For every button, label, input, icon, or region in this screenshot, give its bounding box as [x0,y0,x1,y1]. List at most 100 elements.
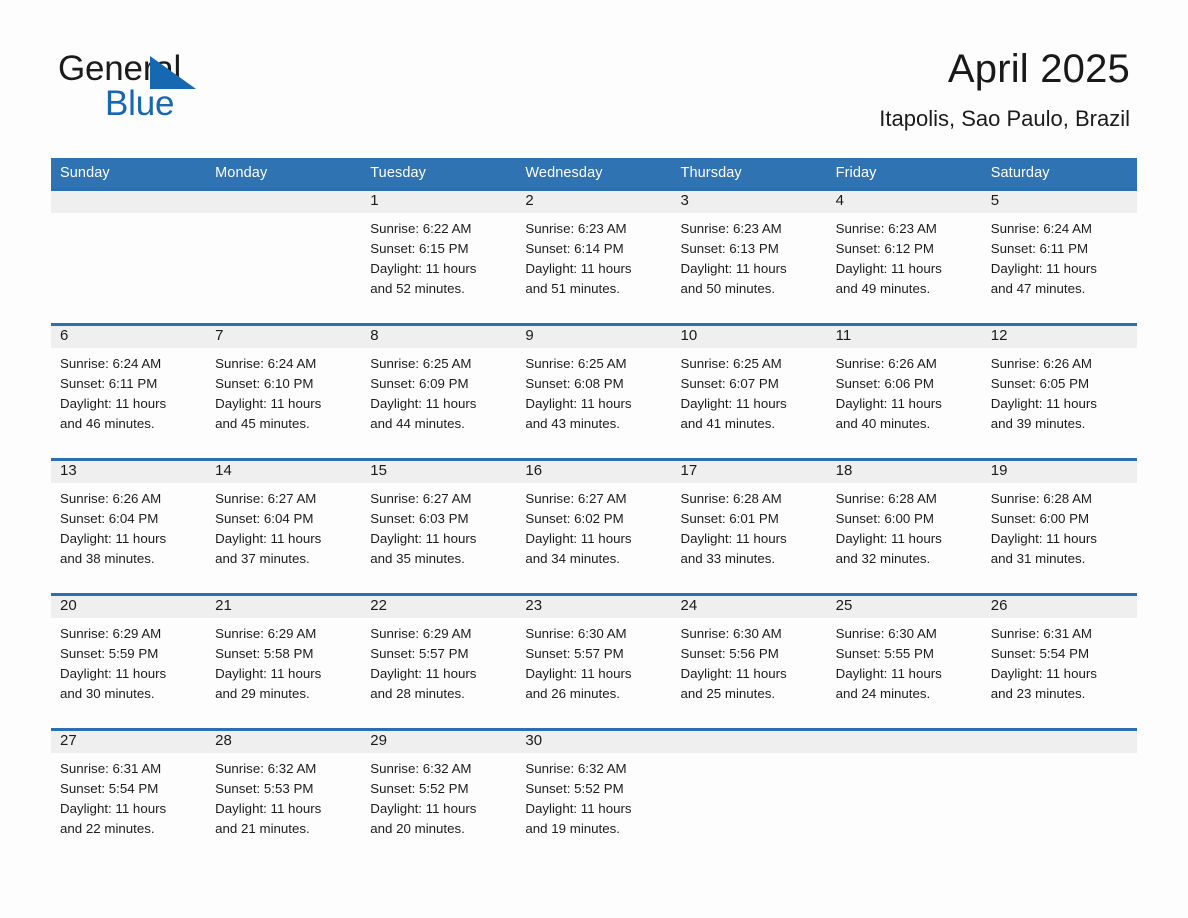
day-cell[interactable]: 9 Sunrise: 6:25 AM Sunset: 6:08 PM Dayli… [516,326,672,458]
day-cell[interactable]: 12 Sunrise: 6:26 AM Sunset: 6:05 PM Dayl… [981,326,1137,458]
sunrise-text: Sunrise: 6:31 AM [990,626,1093,641]
daylight-text-line2: and 30 minutes. [60,686,155,701]
sunrise-text: Sunrise: 6:25 AM [525,356,627,371]
day-number: 11 [835,327,852,344]
daylight-text-line2: and 25 minutes. [680,686,776,701]
day-cell[interactable]: 20 Sunrise: 6:29 AM Sunset: 5:59 PM Dayl… [51,596,207,728]
day-cell-empty [981,731,1137,860]
day-cell[interactable]: 22 Sunrise: 6:29 AM Sunset: 5:57 PM Dayl… [361,596,517,728]
day-cell[interactable]: 15 Sunrise: 6:27 AM Sunset: 6:03 PM Dayl… [361,461,517,593]
daylight-text-line1: Daylight: 11 hours [990,261,1097,276]
day-cell[interactable]: 5 Sunrise: 6:24 AM Sunset: 6:11 PM Dayli… [981,191,1137,323]
title-block: April 2025 Itapolis, Sao Paulo, Brazil [879,44,1130,132]
day-cell[interactable]: 18 Sunrise: 6:28 AM Sunset: 6:00 PM Dayl… [826,461,982,593]
page-title: April 2025 [947,47,1130,91]
day-cell[interactable]: 24 Sunrise: 6:30 AM Sunset: 5:56 PM Dayl… [671,596,827,728]
daylight-text-line2: and 38 minutes. [60,551,155,566]
day-cell[interactable]: 29 Sunrise: 6:32 AM Sunset: 5:52 PM Dayl… [361,731,517,860]
day-cell[interactable]: 8 Sunrise: 6:25 AM Sunset: 6:09 PM Dayli… [361,326,517,458]
day-of-week-tuesday: Tuesday [370,164,427,181]
day-of-week-header-row: Sunday Monday Tuesday Wednesday Thursday… [51,158,1137,188]
day-number: 17 [680,462,698,479]
sunrise-text: Sunrise: 6:23 AM [525,221,627,236]
day-cell[interactable]: 7 Sunrise: 6:24 AM Sunset: 6:10 PM Dayli… [206,326,362,458]
day-number: 6 [60,327,69,344]
day-number-strip: 21 [206,596,362,618]
day-cell[interactable]: 6 Sunrise: 6:24 AM Sunset: 6:11 PM Dayli… [51,326,207,458]
week-row: 13 Sunrise: 6:26 AM Sunset: 6:04 PM Dayl… [51,458,1137,593]
day-number-strip: 22 [361,596,517,618]
day-number: 7 [215,327,224,344]
day-cell[interactable]: 19 Sunrise: 6:28 AM Sunset: 6:00 PM Dayl… [981,461,1137,593]
day-number-strip: 23 [516,596,672,618]
day-cell[interactable]: 16 Sunrise: 6:27 AM Sunset: 6:02 PM Dayl… [516,461,672,593]
sunrise-text: Sunrise: 6:28 AM [990,491,1093,506]
day-number-strip: 6 [51,326,207,348]
day-cell[interactable]: 28 Sunrise: 6:32 AM Sunset: 5:53 PM Dayl… [206,731,362,860]
day-number: 23 [525,597,543,614]
sunrise-text: Sunrise: 6:27 AM [525,491,627,506]
daylight-text-line1: Daylight: 11 hours [835,531,942,546]
day-cell[interactable]: 3 Sunrise: 6:23 AM Sunset: 6:13 PM Dayli… [671,191,827,323]
day-details: Sunrise: 6:30 AM Sunset: 5:55 PM Dayligh… [827,618,982,704]
day-number: 3 [680,192,689,209]
day-cell[interactable]: 26 Sunrise: 6:31 AM Sunset: 5:54 PM Dayl… [981,596,1137,728]
daylight-text-line2: and 44 minutes. [370,416,465,431]
day-cell[interactable]: 1 Sunrise: 6:22 AM Sunset: 6:15 PM Dayli… [361,191,517,323]
day-cell[interactable]: 21 Sunrise: 6:29 AM Sunset: 5:58 PM Dayl… [206,596,362,728]
daylight-text-line1: Daylight: 11 hours [370,666,477,681]
day-number-strip: 25 [826,596,982,618]
sunrise-text: Sunrise: 6:30 AM [835,626,937,641]
day-number-strip: 3 [671,191,827,213]
sunrise-text: Sunrise: 6:26 AM [990,356,1093,371]
day-cell[interactable]: 14 Sunrise: 6:27 AM Sunset: 6:04 PM Dayl… [206,461,362,593]
daylight-text-line2: and 37 minutes. [215,551,310,566]
day-details: Sunrise: 6:26 AM Sunset: 6:06 PM Dayligh… [827,348,982,434]
sunset-text: Sunset: 5:52 PM [525,781,624,796]
day-details: Sunrise: 6:28 AM Sunset: 6:00 PM Dayligh… [827,483,982,569]
day-cell[interactable]: 11 Sunrise: 6:26 AM Sunset: 6:06 PM Dayl… [826,326,982,458]
sunset-text: Sunset: 6:11 PM [990,241,1089,256]
daylight-text-line1: Daylight: 11 hours [525,801,632,816]
day-cell[interactable]: 13 Sunrise: 6:26 AM Sunset: 6:04 PM Dayl… [51,461,207,593]
day-details: Sunrise: 6:27 AM Sunset: 6:03 PM Dayligh… [361,483,516,569]
sunset-text: Sunset: 6:12 PM [835,241,934,256]
day-number: 20 [60,597,77,614]
day-cell[interactable]: 17 Sunrise: 6:28 AM Sunset: 6:01 PM Dayl… [671,461,827,593]
brand-logo[interactable]: General Blue [58,48,318,128]
daylight-text-line1: Daylight: 11 hours [370,261,477,276]
sunrise-text: Sunrise: 6:27 AM [215,491,317,506]
sunrise-text: Sunrise: 6:24 AM [60,356,162,371]
daylight-text-line2: and 51 minutes. [525,281,620,296]
day-number-strip: 7 [206,326,362,348]
daylight-text-line1: Daylight: 11 hours [835,396,942,411]
day-details: Sunrise: 6:28 AM Sunset: 6:00 PM Dayligh… [982,483,1137,569]
daylight-text-line1: Daylight: 11 hours [60,531,167,546]
day-cell-empty [206,191,362,323]
day-cell[interactable]: 25 Sunrise: 6:30 AM Sunset: 5:55 PM Dayl… [826,596,982,728]
day-cell[interactable]: 30 Sunrise: 6:32 AM Sunset: 5:52 PM Dayl… [516,731,672,860]
daylight-text-line1: Daylight: 11 hours [990,531,1097,546]
daylight-text-line2: and 22 minutes. [60,821,155,836]
day-number: 28 [215,732,232,749]
day-number-strip: 11 [826,326,982,348]
day-of-week-wednesday: Wednesday [525,164,603,181]
day-cell[interactable]: 23 Sunrise: 6:30 AM Sunset: 5:57 PM Dayl… [516,596,672,728]
sunset-text: Sunset: 6:14 PM [525,241,624,256]
day-number: 14 [215,462,232,479]
day-cell[interactable]: 4 Sunrise: 6:23 AM Sunset: 6:12 PM Dayli… [826,191,982,323]
day-cell[interactable]: 2 Sunrise: 6:23 AM Sunset: 6:14 PM Dayli… [516,191,672,323]
day-number: 18 [835,462,853,479]
day-cell-empty [826,731,982,860]
sunset-text: Sunset: 5:59 PM [60,646,159,661]
page-header: General Blue April 2025 Itapolis, Sao Pa… [0,0,1188,155]
daylight-text-line1: Daylight: 11 hours [525,261,632,276]
day-cell[interactable]: 10 Sunrise: 6:25 AM Sunset: 6:07 PM Dayl… [671,326,827,458]
sunset-text: Sunset: 6:10 PM [215,376,314,391]
day-cell[interactable]: 27 Sunrise: 6:31 AM Sunset: 5:54 PM Dayl… [51,731,207,860]
daylight-text-line1: Daylight: 11 hours [370,801,477,816]
day-details: Sunrise: 6:32 AM Sunset: 5:52 PM Dayligh… [516,753,671,839]
sunrise-text: Sunrise: 6:32 AM [525,761,627,776]
sunrise-text: Sunrise: 6:22 AM [370,221,472,236]
sunset-text: Sunset: 5:57 PM [370,646,469,661]
